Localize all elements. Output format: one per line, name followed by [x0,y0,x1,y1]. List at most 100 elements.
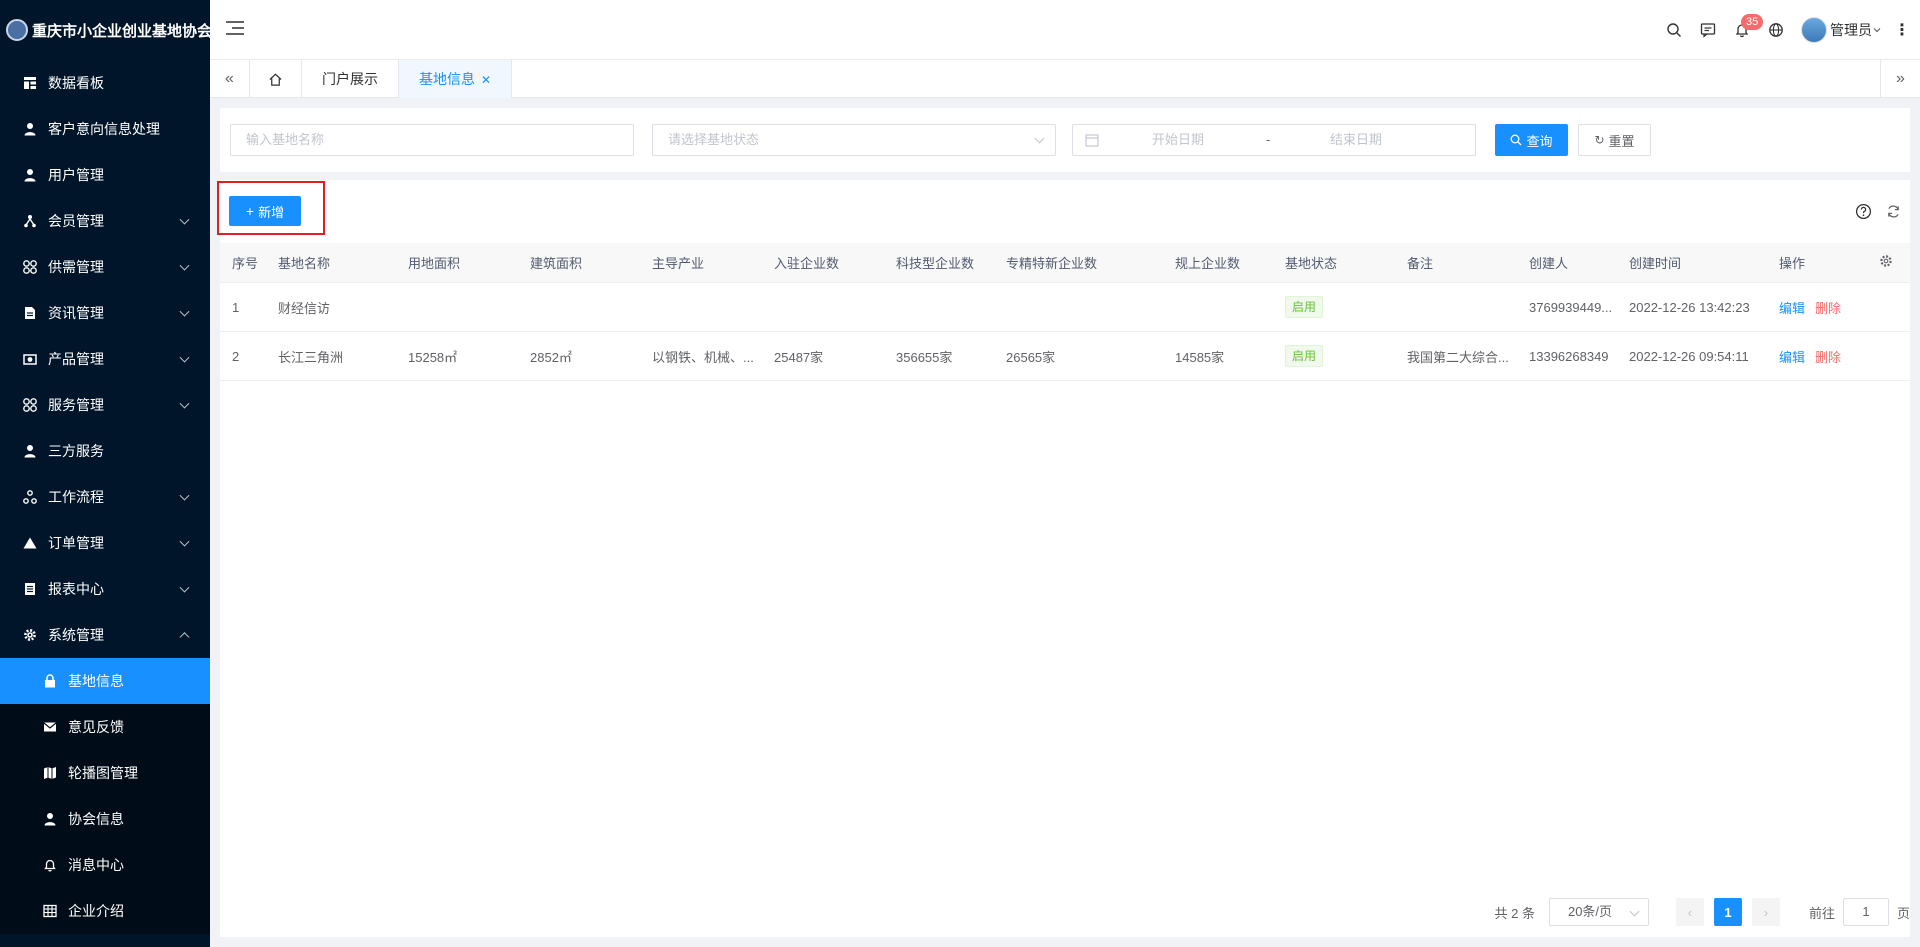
tab-portal[interactable]: 门户展示 [302,60,399,98]
column-header: 用地面积 [408,256,461,271]
add-button[interactable]: + 新增 [229,196,301,226]
sidebar-item-6[interactable]: 产品管理 [0,336,210,382]
submenu-item-0[interactable]: 基地信息 [0,658,210,704]
end-date-input[interactable]: 结束日期 [1330,125,1382,155]
page-size-select[interactable]: 20条/页 [1548,898,1649,926]
chevron-down-icon [1629,906,1640,917]
globe-icon[interactable] [1759,13,1793,47]
sidebar-item-label: 会员管理 [48,213,104,229]
chevron-up-icon [179,632,190,643]
cell-land-area: 15258㎡ [408,349,458,365]
sidebar-item-10[interactable]: 订单管理 [0,520,210,566]
sidebar-item-label: 工作流程 [48,489,104,505]
tab-label: 基地信息 [419,71,475,87]
column-header: 操作 [1779,256,1806,271]
system-submenu: 基地信息意见反馈轮播图管理协会信息消息中心企业介绍 [0,658,210,934]
submenu-item-label: 消息中心 [68,857,124,873]
delete-link[interactable]: 删除 [1815,350,1841,365]
close-icon[interactable]: ✕ [481,73,491,87]
column-header: 序号 [232,256,259,271]
submenu-item-1[interactable]: 意见反馈 [0,704,210,750]
user-menu[interactable]: 管理员 [1801,17,1882,43]
submenu-item-2[interactable]: 轮播图管理 [0,750,210,796]
submenu-item-label: 轮播图管理 [68,765,138,781]
cell-building-area: 2852㎡ [530,349,572,365]
scroll-right-icon[interactable]: » [1880,60,1920,98]
help-icon[interactable] [1854,202,1872,220]
sidebar-item-12[interactable]: 系统管理 [0,612,210,658]
more-vertical-icon[interactable]: ⋮ [1892,20,1912,40]
cell-creator: 13396268349 [1529,348,1609,364]
sidebar-item-9[interactable]: 工作流程 [0,474,210,520]
pagination: 共 2 条 20条/页 ‹ 1 › 前往 1 页 [1495,897,1910,927]
camera-icon [22,351,38,367]
sidebar-item-label: 资讯管理 [48,305,104,321]
top-header: 35 管理员 ⋮ [210,0,1920,60]
next-page-button[interactable]: › [1751,898,1780,926]
user-icon [22,167,38,183]
main-panel: + 新增 序号 基地名称 用地面积 建筑面积 主导产业 入驻企业数 科技型企业数 专精特新企业… [217,180,1910,937]
scroll-left-icon[interactable]: « [210,60,250,98]
sidebar-item-3[interactable]: 会员管理 [0,198,210,244]
sidebar-item-8[interactable]: 三方服务 [0,428,210,474]
notification-bell-icon[interactable]: 35 [1725,13,1764,47]
user-icon [22,443,38,459]
query-label: 查询 [1526,133,1553,149]
page-number[interactable]: 1 [1713,898,1742,926]
avatar [1801,17,1827,43]
sidebar-item-0[interactable]: 数据看板 [0,60,210,106]
user-icon [22,121,38,137]
tabs-bar: « 门户展示 基地信息 ✕ » [210,60,1920,98]
goto-label: 前往 [1808,905,1835,921]
cell-name: 财经信访 [278,300,331,316]
submenu-item-4[interactable]: 消息中心 [0,842,210,888]
cell-tech-companies: 356655家 [896,349,953,365]
workflow-icon [22,489,38,505]
edit-link[interactable]: 编辑 [1779,350,1805,365]
refresh-icon[interactable] [1884,202,1902,220]
table-row: 2 长江三角洲 15258㎡ 2852㎡ 以钢铁、机械、... 25487家 356655家… [220,332,1910,381]
submenu-item-5[interactable]: 企业介绍 [0,888,210,934]
edit-link[interactable]: 编辑 [1779,301,1805,316]
tab-base-info[interactable]: 基地信息 ✕ [399,60,513,98]
status-badge: 启用 [1285,345,1324,367]
home-icon [269,73,282,86]
sidebar-item-2[interactable]: 用户管理 [0,152,210,198]
reset-button[interactable]: ↻ 重置 [1578,124,1651,156]
sidebar-item-label: 服务管理 [48,397,104,413]
page-size-value: 20条/页 [1567,904,1613,919]
start-date-input[interactable]: 开始日期 [1152,125,1204,155]
prev-page-button[interactable]: ‹ [1675,898,1704,926]
collapse-menu-icon[interactable] [226,21,244,37]
date-range-picker[interactable]: 开始日期 - 结束日期 [1072,124,1476,156]
base-status-select[interactable]: 请选择基地状态 [652,124,1056,156]
tab-home[interactable] [250,60,302,98]
gear-icon [22,627,38,643]
base-name-input[interactable]: 输入基地名称 [230,124,634,156]
user-name: 管理员 [1830,22,1872,38]
message-icon[interactable] [1691,13,1725,47]
delete-link[interactable]: 删除 [1815,301,1841,316]
submenu-item-3[interactable]: 协会信息 [0,796,210,842]
column-settings-icon[interactable] [1867,254,1910,271]
report-icon [22,581,38,597]
cell-index: 2 [232,348,240,364]
sidebar-item-4[interactable]: 供需管理 [0,244,210,290]
goto-page-input[interactable]: 1 [1842,898,1889,926]
sidebar-item-5[interactable]: 资讯管理 [0,290,210,336]
sidebar-item-7[interactable]: 服务管理 [0,382,210,428]
range-separator: - [1266,132,1271,147]
sidebar-item-label: 系统管理 [48,627,104,643]
column-header: 基地状态 [1285,256,1338,271]
sidebar-item-11[interactable]: 报表中心 [0,566,210,612]
app-logo[interactable]: 重庆市小企业创业基地协会 [0,0,212,60]
sidebar-item-1[interactable]: 客户意向信息处理 [0,106,210,152]
query-button[interactable]: 查询 [1495,124,1568,156]
user-icon [42,811,58,827]
status-placeholder: 请选择基地状态 [668,132,760,147]
submenu-item-label: 基地信息 [68,673,124,689]
table-tools [1842,202,1902,220]
search-icon[interactable] [1657,13,1691,47]
tree-icon [22,213,38,229]
chevron-down-icon [179,582,190,593]
